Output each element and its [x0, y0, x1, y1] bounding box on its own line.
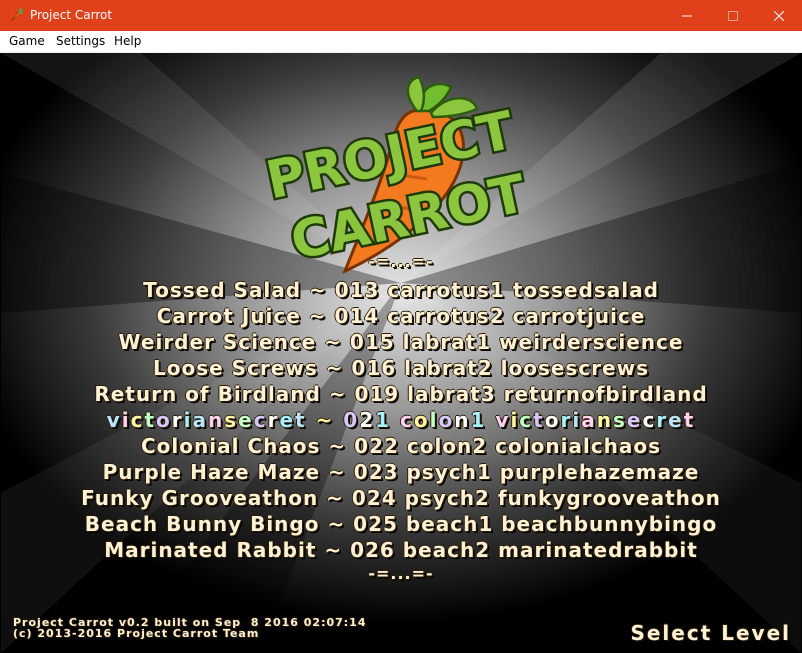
selected-level-letter: a [581, 408, 597, 432]
menu-separator-bottom: -=...=- [368, 564, 434, 583]
carrot-icon [8, 7, 24, 23]
selected-level-letter: 1 [375, 408, 392, 432]
selected-level-letter: e [668, 408, 684, 432]
selected-level-letter: v [106, 408, 122, 432]
selected-level-letter: i [510, 408, 520, 432]
select-level-label: Select Level [630, 621, 791, 645]
selected-level-letter: 2 [359, 408, 376, 432]
selected-level-letter: v [495, 408, 511, 432]
maximize-button[interactable] [710, 0, 756, 31]
selected-level-letter: t [533, 408, 545, 432]
level-item[interactable]: Weirder Science ~ 015 labrat1 weirdersci… [1, 329, 801, 355]
selected-level-letter: r [267, 408, 280, 432]
selected-level-letter [391, 408, 400, 432]
selected-level-letter: c [519, 408, 534, 432]
level-item[interactable]: Beach Bunny Bingo ~ 025 beach1 beachbunn… [1, 511, 801, 537]
selected-level-letter: l [429, 408, 439, 432]
selected-level-letter: c [253, 408, 268, 432]
level-item[interactable]: Funky Grooveathon ~ 024 psych2 funkygroo… [1, 485, 801, 511]
selected-level-letter: 1 [470, 408, 487, 432]
level-item[interactable]: Return of Birdland ~ 019 labrat3 returno… [1, 381, 801, 407]
level-item[interactable]: Loose Screws ~ 016 labrat2 loosescrews [1, 355, 801, 381]
selected-level-letter: i [572, 408, 582, 432]
selected-level-letter: o [413, 408, 430, 432]
close-icon [774, 10, 784, 21]
level-item[interactable]: Purple Haze Maze ~ 023 psych1 purplehaze… [1, 459, 801, 485]
menu-help[interactable]: Help [114, 34, 141, 49]
selected-level-letter: e [238, 408, 254, 432]
level-list: Tossed Salad ~ 013 carrotus1 tossedsalad… [1, 277, 801, 563]
selected-level-letter: e [279, 408, 296, 432]
menu-bar: Game Settings Help [0, 31, 802, 53]
menu-settings[interactable]: Settings [56, 34, 105, 49]
maximize-icon [728, 10, 738, 21]
selected-level-letter: t [295, 408, 307, 432]
level-item[interactable]: Marinated Rabbit ~ 026 beach2 marinatedr… [1, 537, 801, 563]
selected-level-letter: o [156, 408, 172, 432]
close-button[interactable] [756, 0, 802, 31]
game-window: Project Carrot Game Settings Help PROJEC… [0, 0, 802, 653]
selected-level-letter: r [171, 408, 184, 432]
minimize-icon [682, 15, 692, 16]
selected-level-letter: ~ [315, 408, 335, 432]
selected-level-letter: a [192, 408, 208, 432]
selected-level-letter: c [130, 408, 145, 432]
selected-level-letter: r [560, 408, 573, 432]
build-info: Project Carrot v0.2 built on Sep 8 2016 … [13, 617, 366, 639]
selected-level-letter: n [454, 408, 471, 432]
selected-level-letter: c [400, 408, 414, 432]
selected-level-letter [307, 408, 316, 432]
selected-level-letter: n [596, 408, 613, 432]
selected-level-letter: t [683, 408, 696, 432]
minimize-button[interactable] [664, 0, 710, 31]
menu-separator-top: -=...=- [368, 252, 434, 271]
selected-level-letter: s [224, 408, 239, 432]
selected-level-letter: e [626, 408, 643, 432]
level-item[interactable]: Tossed Salad ~ 013 carrotus1 tossedsalad [1, 277, 801, 303]
selected-level-letter: c [642, 408, 657, 432]
copyright-line: (c) 2013-2016 Project Carrot Team [13, 627, 260, 640]
title-bar[interactable]: Project Carrot [0, 0, 802, 31]
game-canvas[interactable]: PROJECT CARROT -=...=- Tossed Salad ~ 01… [1, 53, 801, 653]
selected-level-letter: r [656, 408, 669, 432]
selected-level-letter: o [438, 408, 455, 432]
selected-level-letter: s [612, 408, 627, 432]
menu-game[interactable]: Game [9, 34, 45, 49]
level-item[interactable]: Colonial Chaos ~ 022 colon2 colonialchao… [1, 433, 801, 459]
window-title: Project Carrot [30, 8, 113, 22]
selected-level-letter: i [121, 408, 131, 432]
level-item-selected[interactable]: victoriansecret ~ 021 colon1 victorianse… [1, 407, 801, 433]
level-item[interactable]: Carrot Juice ~ 014 carrotus2 carrotjuice [1, 303, 801, 329]
selected-level-letter: t [144, 408, 156, 432]
selected-level-letter: 0 [343, 408, 360, 432]
selected-level-letter [334, 408, 343, 432]
selected-level-letter: o [544, 408, 561, 432]
selected-level-letter: n [207, 408, 225, 432]
